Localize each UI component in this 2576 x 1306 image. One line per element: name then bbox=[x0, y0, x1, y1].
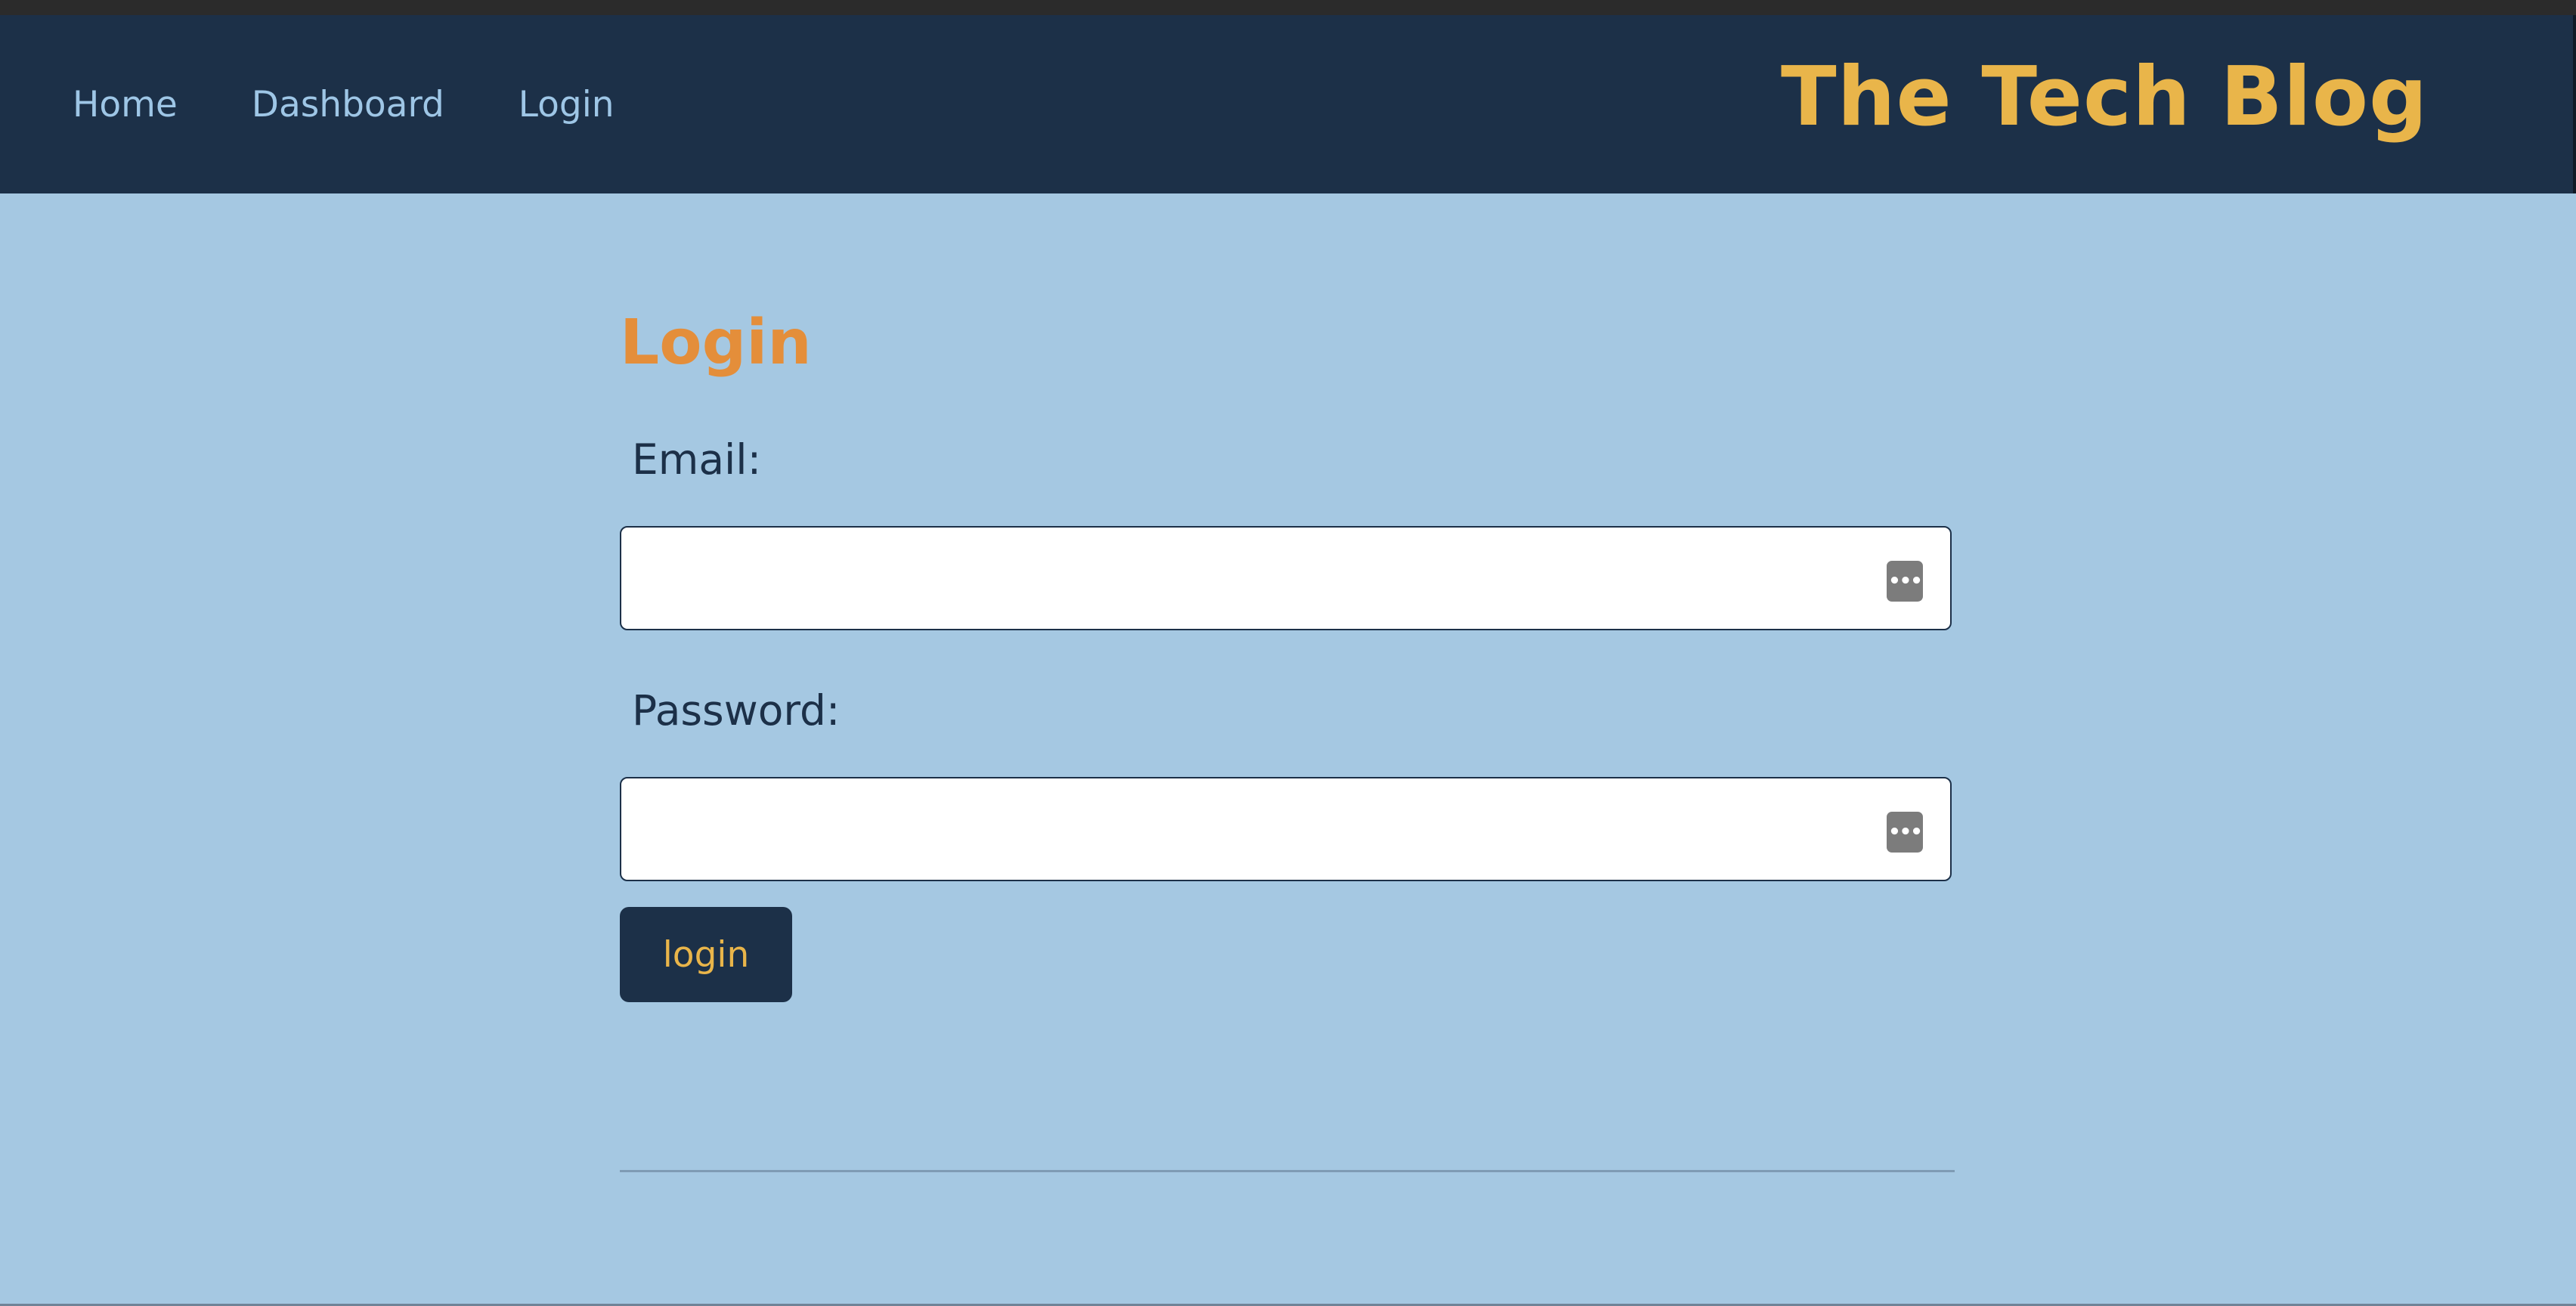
nav-dashboard-link[interactable]: Dashboard bbox=[252, 84, 444, 125]
email-input[interactable] bbox=[636, 543, 1849, 617]
nav-login-link[interactable]: Login bbox=[519, 84, 615, 125]
email-field[interactable]: ••• bbox=[620, 526, 1952, 630]
password-dots-icon[interactable]: ••• bbox=[1887, 561, 1923, 602]
nav-home-link[interactable]: Home bbox=[73, 84, 178, 125]
divider bbox=[620, 1170, 1955, 1172]
email-label: Email: bbox=[632, 435, 762, 484]
window-top-strip bbox=[0, 0, 2576, 15]
password-dots-icon[interactable]: ••• bbox=[1887, 812, 1923, 853]
site-header: Home Dashboard Login The Tech Blog bbox=[0, 15, 2576, 193]
login-button[interactable]: login bbox=[620, 907, 792, 1002]
site-title: The Tech Blog bbox=[1781, 50, 2429, 144]
password-input[interactable] bbox=[636, 794, 1849, 868]
password-field[interactable]: ••• bbox=[620, 777, 1952, 881]
login-title: Login bbox=[620, 307, 812, 379]
password-label: Password: bbox=[632, 686, 841, 735]
main-nav: Home Dashboard Login bbox=[73, 15, 689, 193]
